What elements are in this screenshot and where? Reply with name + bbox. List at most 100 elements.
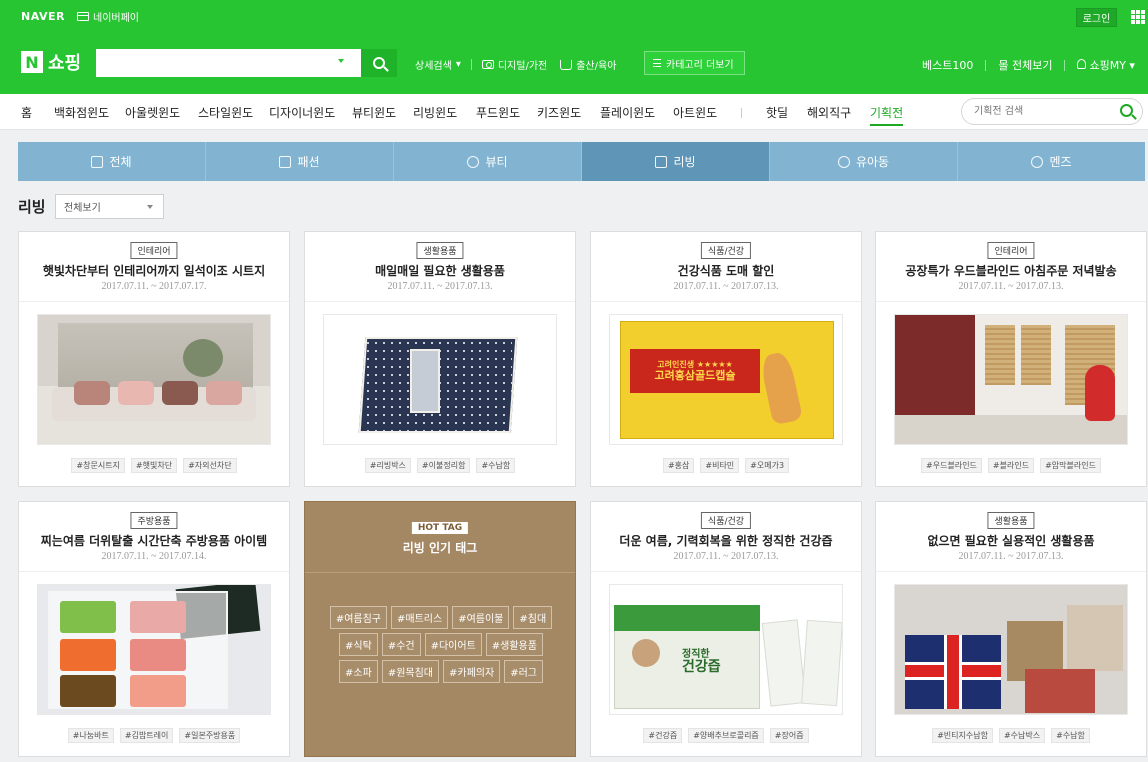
detail-search-link[interactable]: 상세검색 ▾ <box>415 57 461 72</box>
card-title[interactable]: 건강식품 도매 할인 <box>591 262 861 279</box>
hot-tag-chip[interactable]: #원목침대 <box>381 660 439 683</box>
card-title[interactable]: 더운 여름, 기력회복을 위한 정직한 건강즙 <box>591 532 861 549</box>
nav-item[interactable]: 리빙윈도 <box>413 104 457 121</box>
product-image[interactable] <box>323 314 557 445</box>
tag-chip[interactable]: #김밥트레이 <box>119 728 174 743</box>
card-title[interactable]: 없으면 필요한 실용적인 생활용품 <box>876 532 1146 549</box>
card-title[interactable]: 매일매일 필요한 생활용품 <box>305 262 575 279</box>
login-button[interactable]: 로그인 <box>1076 8 1117 27</box>
shopping-title[interactable]: 쇼핑 <box>48 49 81 75</box>
best100-link[interactable]: 베스트100 <box>922 57 973 73</box>
nav-item[interactable]: 아트윈도 <box>673 104 717 121</box>
category-more-button[interactable]: 카테고리 더보기 <box>644 51 745 75</box>
plan-search-input[interactable] <box>961 98 1143 125</box>
promo-card[interactable]: 식품/건강 건강식품 도매 할인 2017.07.11. ~ 2017.07.1… <box>590 231 862 487</box>
tag-chip[interactable]: #창문시트지 <box>71 458 125 473</box>
tab-fashion[interactable]: 패션 <box>206 142 394 181</box>
nav-item[interactable]: 플레이윈도 <box>600 104 655 121</box>
naver-pay-link[interactable]: 네이버페이 <box>77 9 139 24</box>
nav-item[interactable]: 푸드윈도 <box>476 104 520 121</box>
hot-tag-chip[interactable]: #여름침구 <box>329 606 388 629</box>
hot-tag-chip[interactable]: #침대 <box>513 606 553 629</box>
card-title[interactable]: 공장특가 우드블라인드 아침주문 저녁발송 <box>876 262 1146 279</box>
tag-chip[interactable]: #햇빛차단 <box>130 458 178 473</box>
tag-chip[interactable]: #비타민 <box>700 458 740 473</box>
hot-tag-chip[interactable]: #식탁 <box>339 633 378 656</box>
product-image[interactable]: 고려인진생 ★★★★★ 고려홍삼골드캡슐 <box>609 314 843 445</box>
tag-chip[interactable]: #우드블라인드 <box>921 458 982 473</box>
card-title[interactable]: 햇빛차단부터 인테리어까지 일석이조 시트지 <box>19 262 289 279</box>
tag-chip[interactable]: #리빙박스 <box>364 458 411 473</box>
apps-grid-icon[interactable] <box>1131 10 1145 24</box>
nav-item[interactable]: 핫딜 <box>766 104 788 121</box>
top-bar: NAVER 네이버페이 로그인 N 쇼핑 상세검색 ▾ 디지털/가전 출산/육아 … <box>0 0 1148 94</box>
nav-item[interactable]: 뷰티윈도 <box>352 104 396 121</box>
n-logo[interactable]: N <box>21 51 43 73</box>
tag-chip[interactable]: #나눔바트 <box>67 728 114 743</box>
my-shopping-link[interactable]: 쇼핑MY ▾ <box>1077 57 1135 73</box>
tab-all[interactable]: 전체 <box>18 142 206 181</box>
nav-item[interactable]: 홈 <box>21 104 32 121</box>
hot-tag-chip[interactable]: #여름이불 <box>452 606 510 629</box>
hot-tag-title: 리빙 인기 태그 <box>402 541 478 555</box>
tag-chip[interactable]: #양배추브로콜리즙 <box>688 728 764 743</box>
hot-tag-chip[interactable]: #러그 <box>504 660 543 683</box>
tag-chip[interactable]: #이불정리함 <box>416 458 471 473</box>
nav-item-active[interactable]: 기획전 <box>870 104 904 126</box>
product-image[interactable]: 정직한 건강즙 <box>609 584 843 715</box>
hot-tag-chip[interactable]: #생활용품 <box>485 633 543 656</box>
promo-card[interactable]: 인테리어 공장특가 우드블라인드 아침주문 저녁발송 2017.07.11. ~… <box>875 231 1147 487</box>
promo-card[interactable]: 식품/건강 더운 여름, 기력회복을 위한 정직한 건강즙 2017.07.11… <box>590 501 862 757</box>
nav-item[interactable]: 백화점윈도 <box>54 104 109 121</box>
naver-logo[interactable]: NAVER <box>21 10 65 23</box>
tag-chip[interactable]: #수납함 <box>476 458 516 473</box>
digital-link[interactable]: 디지털/가전 <box>481 57 547 72</box>
tag-chip[interactable]: #수납박스 <box>998 728 1046 743</box>
top-links: 상세검색 ▾ 디지털/가전 출산/육아 <box>415 57 616 72</box>
product-image[interactable] <box>37 584 271 715</box>
tag-chip[interactable]: #홍삼 <box>662 458 695 473</box>
promo-card[interactable]: 주방용품 찌는여름 더위탈출 시간단축 주방용품 아이템 2017.07.11.… <box>18 501 290 757</box>
tab-living[interactable]: 리빙 <box>582 142 770 181</box>
promo-card[interactable]: 인테리어 햇빛차단부터 인테리어까지 일석이조 시트지 2017.07.11. … <box>18 231 290 487</box>
hot-tag-chip[interactable]: #매트리스 <box>391 606 449 629</box>
category-tabs: 전체 패션 뷰티 리빙 유아동 멘즈 <box>18 142 1145 181</box>
hot-tag-chip[interactable]: #다이어트 <box>424 633 482 656</box>
tag-chip[interactable]: #빈티지수납함 <box>932 728 993 743</box>
product-image[interactable] <box>894 314 1128 445</box>
card-tags: #건강즙 #양배추브로콜리즙 #장어즙 <box>591 728 861 743</box>
tag-chip[interactable]: #오메가3 <box>745 458 790 473</box>
nav-item[interactable]: 해외직구 <box>807 104 851 121</box>
nav-item[interactable]: 아울렛윈도 <box>125 104 180 121</box>
card-title[interactable]: 찌는여름 더위탈출 시간단축 주방용품 아이템 <box>19 532 289 549</box>
hot-tag-chip[interactable]: #수건 <box>381 633 421 656</box>
search-input[interactable] <box>96 49 361 77</box>
search-dropdown-icon[interactable] <box>338 59 344 63</box>
all-malls-link[interactable]: 몰 전체보기 <box>998 57 1052 73</box>
nav-item[interactable]: 디자이너윈도 <box>269 104 335 121</box>
tab-kids[interactable]: 유아동 <box>770 142 958 181</box>
baby-link[interactable]: 출산/육아 <box>560 57 616 72</box>
promo-card[interactable]: 생활용품 매일매일 필요한 생활용품 2017.07.11. ~ 2017.07… <box>304 231 576 487</box>
tab-mens[interactable]: 멘즈 <box>958 142 1145 181</box>
card-date: 2017.07.11. ~ 2017.07.13. <box>673 281 779 292</box>
hot-tag-chip[interactable]: #카페의자 <box>443 660 501 683</box>
product-image[interactable] <box>894 584 1128 715</box>
tag-chip[interactable]: #건강즙 <box>643 728 683 743</box>
promo-card[interactable]: 생활용품 없으면 필요한 실용적인 생활용품 2017.07.11. ~ 201… <box>875 501 1147 757</box>
tag-chip[interactable]: #장어즙 <box>769 728 809 743</box>
nav-item[interactable]: 스타일윈도 <box>198 104 253 121</box>
plan-search-icon[interactable] <box>1120 104 1133 117</box>
search-button[interactable] <box>361 49 397 77</box>
tag-chip[interactable]: #자외선차단 <box>183 458 237 473</box>
nav-item[interactable]: 키즈윈도 <box>537 104 581 121</box>
tab-beauty[interactable]: 뷰티 <box>394 142 582 181</box>
hot-tag-chip[interactable]: #소파 <box>339 660 378 683</box>
tag-chip[interactable]: #수납함 <box>1051 728 1090 743</box>
tag-chip[interactable]: #암막블라인드 <box>1040 458 1101 473</box>
filter-select[interactable]: 전체보기 <box>55 194 164 219</box>
tag-chip[interactable]: #블라인드 <box>987 458 1035 473</box>
product-image[interactable] <box>37 314 271 445</box>
tag-chip[interactable]: #일본주방용품 <box>179 728 241 743</box>
card-tags: #빈티지수납함 #수납박스 #수납함 <box>876 728 1146 743</box>
